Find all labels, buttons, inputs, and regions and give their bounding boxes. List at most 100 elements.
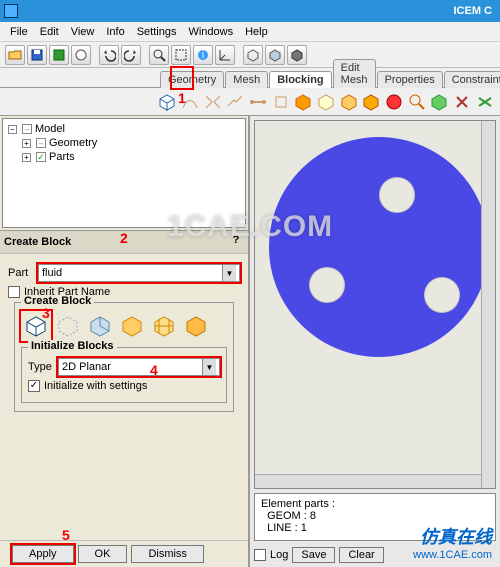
tree-check[interactable]: – [22, 124, 32, 134]
menu-file[interactable]: File [4, 26, 34, 38]
zoom-box-icon[interactable] [171, 45, 191, 65]
tab-edit-mesh[interactable]: Edit Mesh [333, 59, 376, 88]
part-label: Part [8, 267, 38, 279]
checkbox-icon: ✓ [28, 380, 40, 392]
menu-info[interactable]: Info [100, 26, 130, 38]
log-checkbox[interactable]: Log [254, 549, 288, 561]
fit-icon[interactable] [149, 45, 169, 65]
geometry-hole [379, 177, 415, 213]
tab-mesh[interactable]: Mesh [225, 71, 268, 88]
tree-item-geometry[interactable]: Geometry [49, 136, 97, 150]
premesh-quality-icon[interactable] [361, 91, 382, 113]
annotation-number: 1 [178, 90, 186, 106]
convert-icon[interactable] [452, 91, 473, 113]
tree-check[interactable]: – [36, 138, 46, 148]
clear-log-button[interactable]: Clear [339, 547, 383, 563]
initialize-blocks-title: Initialize Blocks [28, 340, 117, 352]
block-solid-icon[interactable] [181, 311, 211, 341]
scrollbar-vertical[interactable] [481, 121, 495, 488]
chevron-down-icon[interactable]: ▼ [222, 265, 236, 281]
menu-view[interactable]: View [65, 26, 101, 38]
menu-help[interactable]: Help [239, 26, 274, 38]
edit-block-icon[interactable] [316, 91, 337, 113]
part-dropdown[interactable]: fluid ▼ [38, 264, 240, 282]
check-blocks-icon[interactable] [384, 91, 405, 113]
panel-body: Part fluid ▼ Inherit Part Name Create Bl… [0, 254, 248, 422]
viewport-area: Element parts : GEOM : 8 LINE : 1 Log Sa… [250, 116, 500, 567]
annotation-number: 5 [62, 527, 70, 543]
side-panel: −–Model +–Geometry +✓Parts Create Block … [0, 116, 250, 567]
edit-edge-icon[interactable] [225, 91, 246, 113]
panel-title: Create Block [4, 236, 71, 248]
part-value: fluid [42, 267, 222, 279]
tab-blocking[interactable]: Blocking [269, 71, 331, 88]
annotation-number: 4 [150, 362, 158, 378]
save-part-icon[interactable] [49, 45, 69, 65]
geometry-hole [424, 277, 460, 313]
checkbox-icon [254, 549, 266, 561]
svg-text:i: i [202, 49, 204, 61]
delete-block-icon[interactable] [406, 91, 427, 113]
create-block-tool-icon[interactable] [157, 91, 178, 113]
model-tree[interactable]: −–Model +–Geometry +✓Parts [2, 118, 246, 228]
title-bar: ICEM C [0, 0, 500, 22]
bottom-bar: Log Save Clear [250, 543, 500, 567]
open-icon[interactable] [5, 45, 25, 65]
geometry-hole [309, 267, 345, 303]
status-line: GEOM : 8 [261, 510, 489, 522]
tab-constraints[interactable]: Constraints [444, 71, 500, 88]
status-line: LINE : 1 [261, 522, 489, 534]
save-log-button[interactable]: Save [292, 547, 335, 563]
tab-geometry[interactable]: Geometry [160, 71, 224, 88]
tree-check[interactable]: ✓ [36, 152, 46, 162]
associate-icon[interactable] [248, 91, 269, 113]
block-delete-icon[interactable] [474, 91, 495, 113]
merge-vertices-icon[interactable] [202, 91, 223, 113]
type-value: 2D Planar [62, 361, 202, 373]
type-dropdown[interactable]: 2D Planar ▼ [58, 358, 220, 376]
transform-icon[interactable] [293, 91, 314, 113]
tree-root-label[interactable]: Model [35, 122, 65, 136]
move-vertex-icon[interactable] [270, 91, 291, 113]
create-block-group-title: Create Block [21, 295, 94, 307]
menu-settings[interactable]: Settings [131, 26, 183, 38]
undo-icon[interactable] [99, 45, 119, 65]
workspace: −–Model +–Geometry +✓Parts Create Block … [0, 116, 500, 567]
help-icon[interactable]: ? [228, 234, 244, 250]
type-label: Type [28, 361, 58, 373]
block-box-icon[interactable] [117, 311, 147, 341]
block-refine-icon[interactable] [149, 311, 179, 341]
premesh-params-icon[interactable] [338, 91, 359, 113]
axis-icon[interactable] [215, 45, 235, 65]
app-logo-icon [4, 4, 18, 18]
redo-icon[interactable] [121, 45, 141, 65]
tree-expand-icon[interactable]: + [22, 139, 31, 148]
solid-icon[interactable] [287, 45, 307, 65]
initialize-blocks-group: Initialize Blocks Type 2D Planar ▼ ✓ Ini… [21, 347, 227, 403]
info-icon[interactable]: i [193, 45, 213, 65]
window-title: ICEM C [24, 5, 496, 17]
menu-edit[interactable]: Edit [34, 26, 65, 38]
tree-item-parts[interactable]: Parts [49, 150, 75, 164]
block-by-part-icon[interactable] [429, 91, 450, 113]
save-icon[interactable] [27, 45, 47, 65]
tree-collapse-icon[interactable]: − [8, 125, 17, 134]
scrollbar-horizontal[interactable] [255, 474, 481, 488]
dismiss-button[interactable]: Dismiss [131, 545, 204, 563]
ribbon-tabs: Geometry Mesh Blocking Edit Mesh Propert… [0, 68, 500, 88]
menu-windows[interactable]: Windows [182, 26, 239, 38]
ok-button[interactable]: OK [78, 545, 128, 563]
status-box: Element parts : GEOM : 8 LINE : 1 [254, 493, 496, 541]
shaded-icon[interactable] [265, 45, 285, 65]
apply-button[interactable]: Apply [12, 545, 74, 563]
extrude-face-icon[interactable] [85, 311, 115, 341]
chevron-down-icon[interactable]: ▼ [202, 359, 216, 375]
wireframe-icon[interactable] [243, 45, 263, 65]
graphics-viewer[interactable] [254, 120, 496, 489]
tab-properties[interactable]: Properties [377, 71, 443, 88]
tree-expand-icon[interactable]: + [22, 153, 31, 162]
init-settings-checkbox[interactable]: ✓ Initialize with settings [28, 380, 220, 392]
status-line: Element parts : [261, 498, 489, 510]
from-vertices-icon[interactable] [53, 311, 83, 341]
tool-icon[interactable] [71, 45, 91, 65]
